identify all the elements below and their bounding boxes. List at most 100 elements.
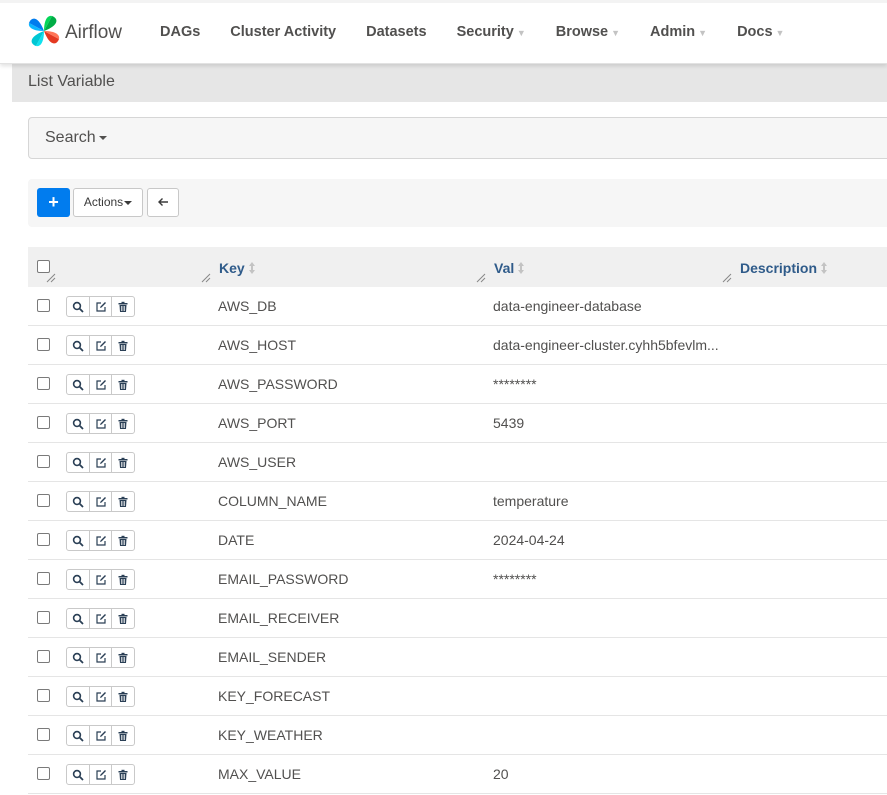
delete-record-button[interactable] xyxy=(112,765,134,784)
actions-dropdown-button[interactable]: Actions xyxy=(73,188,143,217)
edit-icon xyxy=(95,730,106,741)
row-checkbox[interactable] xyxy=(37,650,50,663)
delete-record-button[interactable] xyxy=(112,414,134,433)
select-all-checkbox[interactable] xyxy=(37,260,50,273)
row-checkbox[interactable] xyxy=(37,338,50,351)
row-checkbox[interactable] xyxy=(37,533,50,546)
edit-record-button[interactable] xyxy=(90,726,113,745)
show-record-button[interactable] xyxy=(67,726,90,745)
search-toggle[interactable]: Search xyxy=(45,129,107,147)
show-record-button[interactable] xyxy=(67,765,90,784)
key-cell: AWS_DB xyxy=(218,298,277,314)
edit-record-button[interactable] xyxy=(90,609,113,628)
nav-item-datasets[interactable]: Datasets xyxy=(366,24,426,40)
delete-record-button[interactable] xyxy=(112,726,134,745)
key-cell: AWS_PASSWORD xyxy=(218,376,338,392)
airflow-logo-icon xyxy=(26,13,62,54)
search-icon xyxy=(72,496,84,508)
delete-record-button[interactable] xyxy=(112,609,134,628)
edit-record-button[interactable] xyxy=(90,336,113,355)
nav-item-browse[interactable]: Browse ▼ xyxy=(556,24,620,40)
edit-record-button[interactable] xyxy=(90,765,113,784)
delete-record-button[interactable] xyxy=(112,336,134,355)
edit-record-button[interactable] xyxy=(90,492,113,511)
row-checkbox[interactable] xyxy=(37,455,50,468)
edit-record-button[interactable] xyxy=(90,414,113,433)
column-resize-icon[interactable] xyxy=(722,273,732,283)
show-record-button[interactable] xyxy=(67,414,90,433)
edit-record-button[interactable] xyxy=(90,648,113,667)
row-checkbox[interactable] xyxy=(37,572,50,585)
nav-item-label: Cluster Activity xyxy=(230,24,337,40)
table-row: AWS_USER xyxy=(28,443,887,482)
row-checkbox[interactable] xyxy=(37,767,50,780)
search-icon xyxy=(72,340,84,352)
row-checkbox[interactable] xyxy=(37,611,50,624)
edit-record-button[interactable] xyxy=(90,687,113,706)
val-cell: 5439 xyxy=(493,415,525,431)
nav-item-docs[interactable]: Docs ▼ xyxy=(737,24,784,40)
edit-icon xyxy=(95,574,106,585)
row-actions xyxy=(66,335,135,356)
show-record-button[interactable] xyxy=(67,570,90,589)
trash-icon xyxy=(118,457,128,468)
table-row: KEY_WEATHER xyxy=(28,716,887,755)
add-record-button[interactable]: + xyxy=(37,188,70,217)
delete-record-button[interactable] xyxy=(112,492,134,511)
show-record-button[interactable] xyxy=(67,687,90,706)
row-checkbox[interactable] xyxy=(37,377,50,390)
key-cell: KEY_WEATHER xyxy=(218,727,323,743)
delete-record-button[interactable] xyxy=(112,687,134,706)
column-resize-icon[interactable] xyxy=(476,273,486,283)
column-header-description[interactable]: Description xyxy=(740,260,828,276)
edit-icon xyxy=(95,340,106,351)
column-resize-icon[interactable] xyxy=(201,273,211,283)
search-panel[interactable]: Search xyxy=(28,117,887,159)
row-checkbox[interactable] xyxy=(37,299,50,312)
delete-record-button[interactable] xyxy=(112,297,134,316)
chevron-down-icon: ▼ xyxy=(516,28,526,38)
key-cell: AWS_HOST xyxy=(218,337,297,353)
trash-icon xyxy=(118,301,128,312)
nav-item-cluster-activity[interactable]: Cluster Activity xyxy=(230,24,336,40)
row-actions xyxy=(66,530,135,551)
nav-item-security[interactable]: Security ▼ xyxy=(457,24,526,40)
key-cell: EMAIL_PASSWORD xyxy=(218,571,349,587)
row-checkbox[interactable] xyxy=(37,689,50,702)
delete-record-button[interactable] xyxy=(112,648,134,667)
edit-record-button[interactable] xyxy=(90,375,113,394)
row-checkbox[interactable] xyxy=(37,416,50,429)
search-icon xyxy=(72,574,84,586)
nav-item-label: Admin xyxy=(650,24,696,40)
show-record-button[interactable] xyxy=(67,492,90,511)
show-record-button[interactable] xyxy=(67,453,90,472)
show-record-button[interactable] xyxy=(67,609,90,628)
back-button[interactable] xyxy=(147,188,179,217)
edit-record-button[interactable] xyxy=(90,453,113,472)
delete-record-button[interactable] xyxy=(112,453,134,472)
delete-record-button[interactable] xyxy=(112,570,134,589)
show-record-button[interactable] xyxy=(67,531,90,550)
delete-record-button[interactable] xyxy=(112,375,134,394)
row-checkbox[interactable] xyxy=(37,728,50,741)
edit-record-button[interactable] xyxy=(90,570,113,589)
delete-record-button[interactable] xyxy=(112,531,134,550)
show-record-button[interactable] xyxy=(67,336,90,355)
show-record-button[interactable] xyxy=(67,648,90,667)
sort-icon xyxy=(248,262,255,274)
key-cell: AWS_PORT xyxy=(218,415,296,431)
trash-icon xyxy=(118,574,128,585)
show-record-button[interactable] xyxy=(67,375,90,394)
column-header-val[interactable]: Val xyxy=(494,260,525,276)
column-resize-icon[interactable] xyxy=(46,273,56,283)
nav-item-dags[interactable]: DAGs xyxy=(160,24,200,40)
brand-link[interactable]: Airflow xyxy=(26,13,122,54)
show-record-button[interactable] xyxy=(67,297,90,316)
edit-record-button[interactable] xyxy=(90,297,113,316)
column-header-key[interactable]: Key xyxy=(219,260,256,276)
row-checkbox[interactable] xyxy=(37,494,50,507)
table-row: AWS_PASSWORD ******** xyxy=(28,365,887,404)
edit-record-button[interactable] xyxy=(90,531,113,550)
table-row: AWS_DB data-engineer-database xyxy=(28,287,887,326)
nav-item-admin[interactable]: Admin ▼ xyxy=(650,24,707,40)
